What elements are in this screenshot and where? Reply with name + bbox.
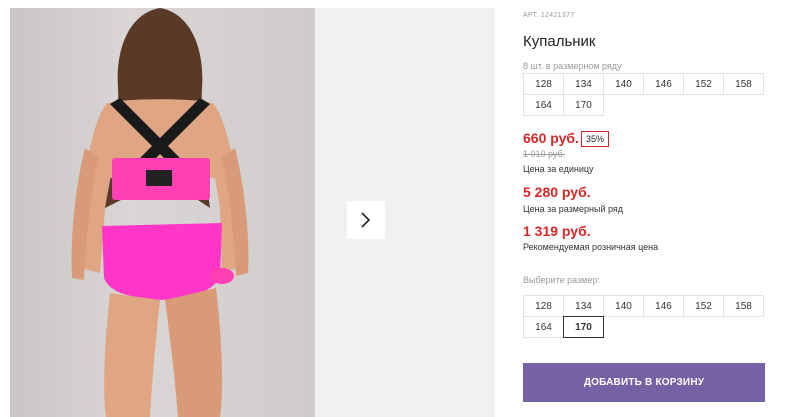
- size-option-158[interactable]: 158: [723, 295, 764, 317]
- retail-price-label: Рекомендуемая розничная цена: [523, 242, 659, 252]
- size-option-170[interactable]: 170: [563, 316, 604, 338]
- unit-price: 660 руб.: [523, 130, 579, 146]
- discount-badge: 35%: [581, 131, 610, 147]
- pack-size-170: 170: [563, 94, 604, 116]
- product-photo[interactable]: [10, 8, 315, 417]
- choose-size-label: Выберите размер:: [523, 275, 600, 285]
- pack-hint: 8 шт. в размерном ряду: [523, 61, 622, 71]
- pack-size-158: 158: [723, 73, 764, 95]
- product-title: Купальник: [523, 33, 596, 50]
- article-number: АРТ. 12421377: [523, 12, 575, 19]
- add-to-cart-button[interactable]: ДОБАВИТЬ В КОРЗИНУ: [523, 363, 765, 402]
- pack-size-146: 146: [643, 73, 684, 95]
- pack-price: 5 280 руб.: [523, 184, 591, 200]
- old-price: 1 010 руб.: [523, 149, 566, 159]
- size-option-146[interactable]: 146: [643, 295, 684, 317]
- size-option-134[interactable]: 134: [563, 295, 604, 317]
- retail-price: 1 319 руб.: [523, 223, 591, 239]
- pack-size-128: 128: [523, 73, 564, 95]
- swimsuit-model-illustration: [71, 8, 249, 417]
- gallery-next-button[interactable]: [347, 201, 385, 239]
- pack-size-164: 164: [523, 94, 564, 116]
- size-option-140[interactable]: 140: [603, 295, 644, 317]
- size-option-152[interactable]: 152: [683, 295, 724, 317]
- chevron-right-icon: [361, 212, 371, 228]
- pack-size-152: 152: [683, 73, 724, 95]
- size-option-128[interactable]: 128: [523, 295, 564, 317]
- unit-price-label: Цена за единицу: [523, 164, 594, 174]
- product-gallery: [10, 8, 495, 417]
- pack-price-label: Цена за размерный ряд: [523, 204, 624, 214]
- size-option-164[interactable]: 164: [523, 316, 564, 338]
- size-selector-grid: 128 134 140 146 152 158 164 170: [523, 295, 770, 338]
- pack-size-140: 140: [603, 73, 644, 95]
- pack-size-134: 134: [563, 73, 604, 95]
- pack-size-grid: 128 134 140 146 152 158 164 170: [523, 73, 770, 116]
